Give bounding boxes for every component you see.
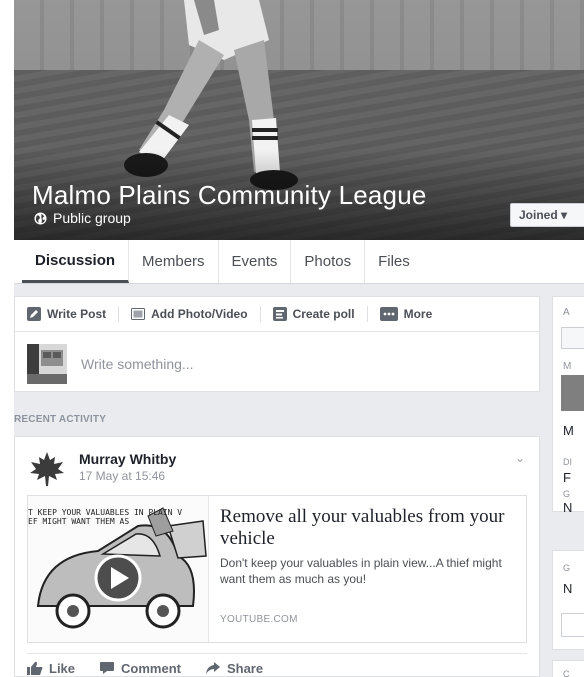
link-preview-card[interactable]: T KEEP YOUR VALUABLES IN PLAIN V EF MIGH… bbox=[27, 495, 527, 643]
facebook-group-page: Malmo Plains Community League Public gro… bbox=[14, 0, 584, 677]
like-label: Like bbox=[49, 660, 76, 676]
group-tabs: Discussion Members Events Photos Files bbox=[14, 240, 584, 284]
link-domain: YOUTUBE.COM bbox=[220, 614, 298, 625]
photo-icon bbox=[131, 308, 146, 320]
sidebar-fragment-c: C bbox=[563, 669, 570, 677]
group-privacy-label: Public group bbox=[53, 210, 131, 226]
group-title[interactable]: Malmo Plains Community League bbox=[32, 180, 427, 211]
share-button[interactable]: Share bbox=[205, 661, 287, 676]
maple-leaf-avatar[interactable] bbox=[27, 449, 67, 489]
link-title[interactable]: Remove all your valuables from your vehi… bbox=[220, 506, 520, 550]
sidebar-button-fragment[interactable] bbox=[561, 327, 584, 349]
video-thumbnail[interactable]: T KEEP YOUR VALUABLES IN PLAIN V EF MIGH… bbox=[28, 496, 209, 642]
comment-label: Comment bbox=[121, 660, 181, 676]
comment-icon bbox=[100, 662, 115, 674]
comment-button[interactable]: Comment bbox=[99, 661, 205, 676]
sidebar-fragment-a: A bbox=[563, 307, 570, 318]
thumbnail-caption: T KEEP YOUR VALUABLES IN PLAIN V EF MIGH… bbox=[28, 508, 183, 526]
link-description: Don't keep your valuables in plain view.… bbox=[220, 556, 502, 586]
sidebar-card-about: A M M DI F G N bbox=[552, 296, 584, 515]
sidebar-fragment-d: DI bbox=[563, 457, 572, 467]
chevron-down-icon[interactable]: ⌄ bbox=[515, 451, 525, 465]
composer-body[interactable]: Write something... bbox=[15, 332, 539, 396]
tab-members[interactable]: Members bbox=[129, 240, 219, 283]
sidebar-fragment-g2: G bbox=[563, 563, 571, 573]
user-avatar bbox=[27, 344, 67, 384]
composer-input[interactable]: Write something... bbox=[81, 356, 194, 372]
write-post-button[interactable]: Write Post bbox=[27, 306, 120, 322]
cover-photo: Malmo Plains Community League Public gro… bbox=[14, 0, 584, 240]
sidebar-fragment-g1: G bbox=[563, 489, 571, 499]
link-info: Remove all your valuables from your vehi… bbox=[220, 506, 520, 587]
recent-activity-heading: RECENT ACTIVITY bbox=[14, 414, 107, 425]
more-button[interactable]: More bbox=[379, 306, 445, 322]
joined-button[interactable]: Joined ▾ bbox=[510, 203, 584, 227]
sidebar-fragment-n2: N bbox=[563, 581, 573, 596]
share-label: Share bbox=[226, 660, 264, 676]
add-photo-video-button[interactable]: Add Photo/Video bbox=[131, 306, 261, 322]
like-button[interactable]: Like bbox=[27, 661, 99, 676]
more-label: More bbox=[403, 307, 433, 321]
poll-icon bbox=[272, 307, 287, 321]
share-arrow-icon bbox=[205, 662, 220, 674]
tab-files[interactable]: Files bbox=[365, 240, 423, 283]
thumbs-up-icon bbox=[27, 661, 43, 675]
sidebar-card-group: G N bbox=[552, 550, 584, 650]
tab-events[interactable]: Events bbox=[219, 240, 292, 283]
sidebar-input-fragment[interactable] bbox=[561, 613, 584, 637]
write-post-label: Write Post bbox=[47, 307, 107, 321]
sidebar-member-thumb[interactable] bbox=[561, 375, 584, 411]
sidebar-fragment-f: F bbox=[563, 470, 571, 485]
post-timestamp[interactable]: 17 May at 15:46 bbox=[79, 469, 165, 483]
composer-toolbar: Write Post Add Photo/Video Create poll M… bbox=[15, 297, 539, 332]
pencil-icon bbox=[27, 307, 41, 321]
tab-photos[interactable]: Photos bbox=[291, 240, 366, 283]
add-photo-video-label: Add Photo/Video bbox=[151, 307, 248, 321]
group-privacy: Public group bbox=[34, 210, 131, 226]
more-icon bbox=[379, 307, 398, 321]
tab-discussion[interactable]: Discussion bbox=[22, 240, 130, 283]
sidebar-fragment-m2: M bbox=[563, 423, 574, 438]
feed-post: Murray Whitby 17 May at 15:46 ⌄ T KEEP Y… bbox=[14, 436, 540, 677]
sidebar-fragment-n1: N bbox=[563, 500, 573, 515]
create-poll-button[interactable]: Create poll bbox=[272, 306, 368, 322]
create-poll-label: Create poll bbox=[292, 307, 355, 321]
globe-icon bbox=[34, 211, 47, 225]
post-actions: Like Comment Share bbox=[27, 653, 527, 677]
sidebar-card-bottom: C bbox=[552, 660, 584, 677]
post-composer: Write Post Add Photo/Video Create poll M… bbox=[14, 296, 540, 392]
post-author[interactable]: Murray Whitby bbox=[79, 451, 176, 467]
sidebar-fragment-m1: M bbox=[563, 361, 572, 372]
